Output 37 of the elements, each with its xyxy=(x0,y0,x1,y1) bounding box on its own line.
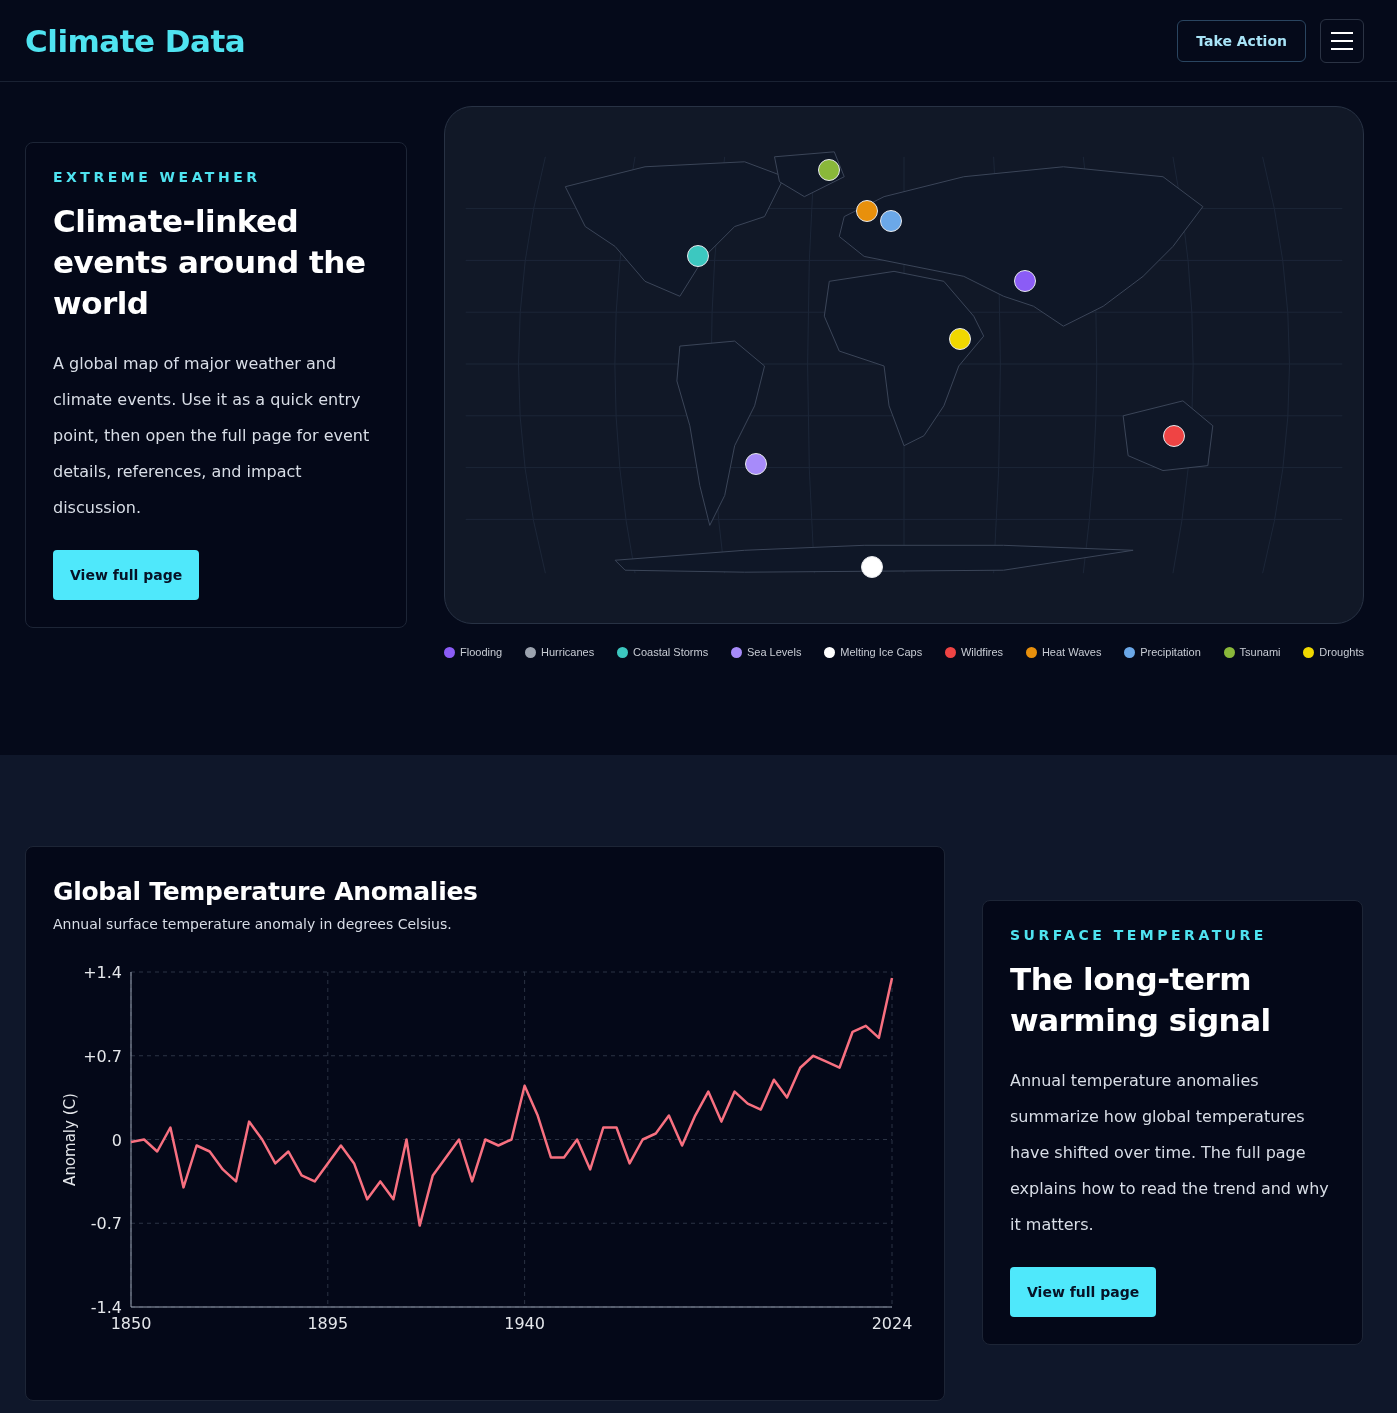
card-title: Climate-linked events around the world xyxy=(53,202,367,323)
map-pin[interactable] xyxy=(861,556,884,579)
view-full-page-button[interactable]: View full page xyxy=(1010,1267,1157,1317)
y-tick-label: 0 xyxy=(111,1130,122,1150)
eyebrow-label: EXTREME WEATHER xyxy=(53,169,262,185)
y-tick-label: -1.4 xyxy=(90,1298,122,1317)
y-tick-label: +0.7 xyxy=(83,1046,122,1066)
legend-label[interactable]: Tsunami xyxy=(1239,646,1281,658)
x-tick-label: 2024 xyxy=(871,1314,913,1333)
legend-label[interactable]: Flooding xyxy=(460,646,503,658)
x-tick-label: 1940 xyxy=(504,1314,545,1333)
x-tick-label: 1850 xyxy=(110,1314,152,1333)
card-description: Annual temperature anomalies summarize how global temperatures have shifted over time. The full page explains how to read the trend and why it matters. xyxy=(1010,1070,1330,1236)
legend-label[interactable]: Heat Waves xyxy=(1041,646,1102,658)
legend-label[interactable]: Precipitation xyxy=(1140,646,1201,658)
card-description: A global map of major weather and climate events. Use it as a quick entry point, then open the full page for event details, references, and impact discussion. xyxy=(53,353,371,519)
chart-subtitle: Annual surface temperature anomaly in degrees Celsius. xyxy=(53,916,453,932)
legend-label[interactable]: Hurricanes xyxy=(541,646,595,658)
legend-label[interactable]: Wildfires xyxy=(960,646,1004,658)
legend-label[interactable]: Sea Levels xyxy=(747,646,802,658)
site-logo[interactable]: Climate Data xyxy=(25,22,246,59)
menu-button[interactable] xyxy=(1320,18,1364,63)
legend-label[interactable]: Droughts xyxy=(1319,646,1364,658)
eyebrow-label: SURFACE TEMPERATURE xyxy=(1010,927,1268,943)
x-tick-label: 1895 xyxy=(307,1314,349,1333)
map-pin[interactable] xyxy=(856,199,879,222)
map-pin[interactable] xyxy=(745,452,768,475)
view-full-page-button[interactable]: View full page xyxy=(53,550,200,600)
take-action-button[interactable]: Take Action xyxy=(1177,19,1306,62)
y-tick-label: -0.7 xyxy=(90,1214,122,1234)
legend-label[interactable]: Coastal Storms xyxy=(633,646,709,658)
card-title: The long-term warming signal xyxy=(1010,960,1272,1040)
y-axis-label: Anomaly (C) xyxy=(61,1093,79,1186)
menu-icon xyxy=(1330,30,1354,51)
legend-label[interactable]: Melting Ice Caps xyxy=(840,646,923,658)
chart-title: Global Temperature Anomalies xyxy=(53,877,479,906)
y-tick-label: +1.4 xyxy=(83,963,122,982)
